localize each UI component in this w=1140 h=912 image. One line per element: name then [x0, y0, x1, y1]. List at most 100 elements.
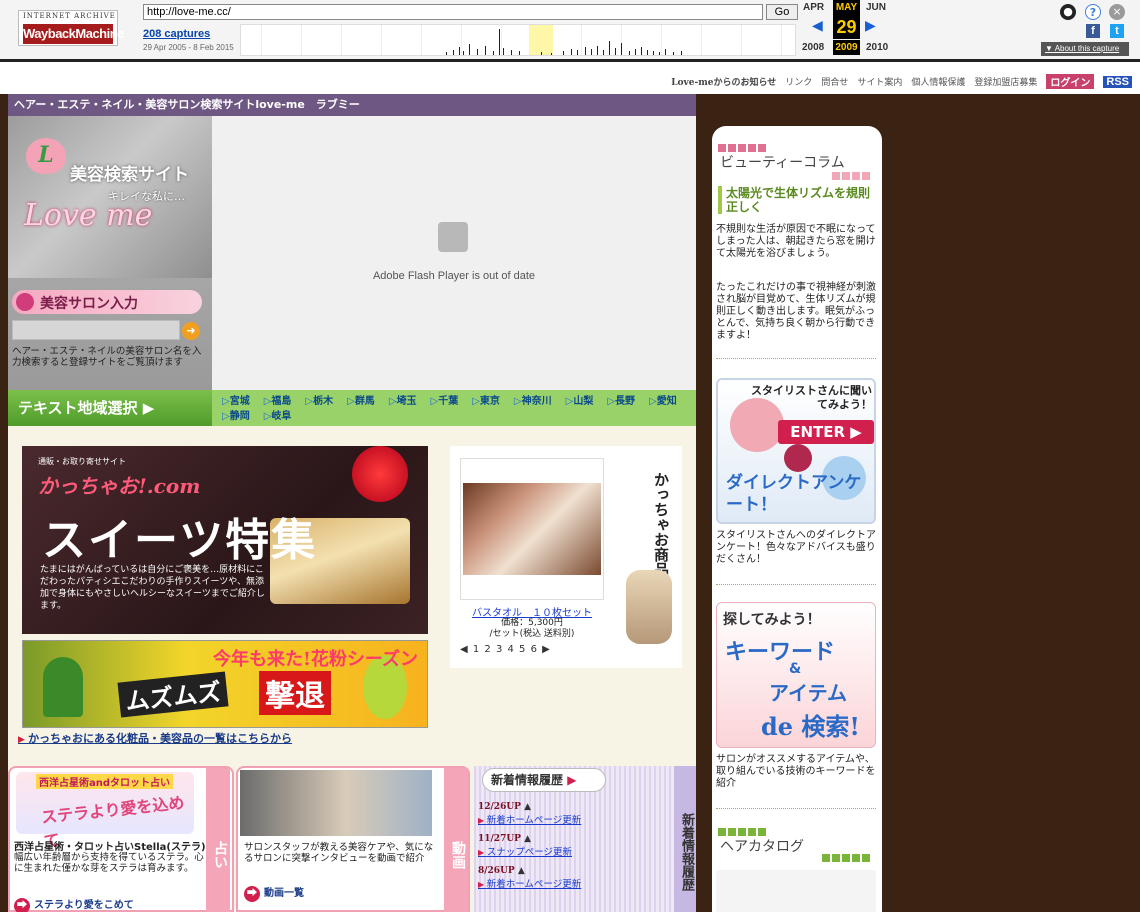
fortune-banner[interactable]: 西洋占星術andタロット占い ステラより愛を込めて [16, 772, 194, 851]
wayback-toolbar: INTERNET ARCHIVE WaybackMachine Go 208 c… [0, 0, 1140, 62]
product-price-note: /セット(税込 送料別) [489, 629, 575, 639]
wayback-logo-top: INTERNET ARCHIVE [23, 12, 116, 20]
news-date: 12/26UP [478, 802, 668, 812]
fortune-link[interactable]: ステラより愛をこめて [14, 896, 134, 912]
top-navigation: Love-meからのお知らせ リンク 問合せ サイト案内 個人情報保護 登録加盟… [671, 74, 1132, 89]
banner-line3: Love me [24, 198, 153, 233]
region-link[interactable]: 長野 [607, 392, 635, 407]
search-go-button[interactable]: ➜ [182, 322, 200, 340]
region-select-button[interactable]: テキスト地域選択 ▶ [8, 390, 212, 426]
region-link[interactable]: 神奈川 [514, 392, 552, 407]
salon-input-label: 美容サロン入力 [12, 290, 202, 314]
sweets-banner[interactable]: 通販・お取り寄せサイト かっちゃお!.com スイーツ特集 たまにはがんばってい… [22, 446, 428, 634]
stylist-question: スタイリストさんに聞いてみよう！ [751, 384, 872, 411]
product-name-link[interactable]: バスタオル １０枚セット [450, 604, 614, 619]
rss-button[interactable]: RSS [1103, 75, 1132, 88]
flash-message: Adobe Flash Player is out of date [372, 270, 536, 282]
wayback-url-input[interactable] [143, 4, 763, 20]
region-link[interactable]: 群馬 [347, 392, 375, 407]
close-icon[interactable]: × [1109, 4, 1125, 20]
pollen-line1: 今年も来た!花粉シーズン [213, 649, 419, 670]
fortune-title: 西洋占星術・タロット占いStella(ステラ) [14, 842, 206, 853]
news-tab[interactable]: 新着情報履歴 [674, 766, 696, 912]
search-description: ヘアー・エステ・ネイルの美容サロン名を入力検索すると登録サイトをご覧頂けます [12, 346, 202, 368]
news-date: 11/27UP [478, 834, 668, 844]
product-pager[interactable]: ◀ 1 2 3 4 5 6 ▶ [460, 644, 551, 655]
cat-mascot-icon [626, 570, 672, 644]
wayback-year-prev[interactable]: 2008 [802, 42, 824, 53]
cosmetics-list-link[interactable]: かっちゃおにある化粧品・美容品の一覧はこちらから [18, 730, 292, 746]
help-icon[interactable]: ? [1085, 4, 1101, 20]
wayback-next-arrow-icon[interactable]: ▶ [865, 18, 876, 34]
divider [716, 358, 876, 359]
stylist-survey-banner[interactable]: スタイリストさんに聞いてみよう！ ENTER ▶ ダイレクトアンケート！ [716, 378, 876, 524]
ribbon-icon [352, 446, 408, 502]
twitter-icon[interactable]: t [1110, 24, 1124, 38]
region-link[interactable]: 栃木 [305, 392, 333, 407]
region-link[interactable]: 山梨 [566, 392, 593, 407]
region-link[interactable]: 岐阜 [264, 407, 291, 422]
user-icon[interactable]: ● [1060, 4, 1076, 20]
news-link[interactable]: 新着ホームページ更新 [478, 876, 668, 890]
enter-button[interactable]: ENTER ▶ [778, 420, 874, 444]
region-link[interactable]: 千葉 [431, 392, 458, 407]
login-button[interactable]: ログイン [1046, 74, 1095, 89]
divider [716, 808, 876, 809]
hair-catalog-box[interactable] [716, 870, 876, 912]
pollen-banner[interactable]: 今年も来た!花粉シーズン ムズムズ 撃退 [22, 640, 428, 728]
about-capture-button[interactable]: ▼ About this capture [1041, 42, 1129, 56]
region-link[interactable]: 東京 [472, 392, 500, 407]
wayback-month-next[interactable]: JUN [866, 2, 886, 13]
product-image[interactable] [460, 458, 604, 600]
region-link[interactable]: 静岡 [222, 407, 250, 422]
wayback-go-button[interactable]: Go [766, 4, 798, 20]
salon-input-text: 美容サロン入力 [40, 296, 138, 312]
news-link[interactable]: 新着ホームページ更新 [478, 812, 668, 826]
video-thumbnail[interactable] [240, 770, 432, 836]
facebook-icon[interactable]: f [1086, 24, 1100, 38]
product-price: 価格：5,300円 /セット(税込 送料別) [450, 618, 614, 640]
hair-catalog-heading: ヘアカタログ [720, 839, 804, 855]
column-paragraph-2: たったこれだけの事で視神経が刺激され脳が目覚めて、生体リズムが規則正しく動き出し… [716, 282, 876, 341]
list-item: 11/27UP スナップページ更新 [478, 834, 668, 858]
right-sidebar: ビューティーコラム 太陽光で生体リズムを規則正しく 不規則な生活が原因で不眠にな… [712, 126, 882, 912]
region-link[interactable]: 宮城 [222, 392, 250, 407]
flash-placeholder[interactable]: Adobe Flash Player is out of date [212, 116, 696, 390]
direct-survey-title: ダイレクトアンケート！ [726, 473, 862, 515]
heart-logo-icon: L [26, 138, 66, 174]
topnav-site-guide[interactable]: サイト案内 [857, 75, 902, 88]
pollen-line2: ムズムズ [117, 671, 229, 718]
plugin-icon [438, 222, 468, 252]
region-link[interactable]: 埼玉 [389, 392, 417, 407]
wayback-month-prev[interactable]: APR [803, 2, 824, 13]
wayback-logo[interactable]: INTERNET ARCHIVE WaybackMachine [18, 10, 124, 46]
video-tab[interactable]: 動画 [444, 768, 468, 912]
keyword-search-banner[interactable]: 探してみよう！ キーワード & アイテム de 検索! [716, 602, 876, 748]
keyword-search-head: 探してみよう！ [723, 612, 821, 628]
search-icon [16, 293, 34, 311]
wayback-captures-link[interactable]: 208 captures [143, 28, 210, 40]
topnav-privacy[interactable]: 個人情報保護 [911, 75, 965, 88]
news-header-button[interactable]: 新着情報履歴 [482, 768, 606, 792]
region-link[interactable]: 福島 [264, 392, 291, 407]
product-showcase: かっちゃお商品の紹介 バスタオル １０枚セット 価格：5,300円 /セット(税… [450, 446, 682, 668]
wayback-prev-arrow-icon[interactable]: ◀ [812, 18, 823, 34]
topnav-recruit[interactable]: 登録加盟店募集 [974, 75, 1037, 88]
topnav-contact[interactable]: 問合せ [821, 75, 848, 88]
salon-search-input[interactable] [12, 320, 180, 340]
tree-character-icon [43, 657, 83, 717]
list-item: 12/26UP 新着ホームページ更新 [478, 802, 668, 826]
video-list-link[interactable]: 動画一覧 [244, 884, 304, 902]
column-paragraph-1: 不規則な生活が原因で不眠になってしまった人は、朝起きたら窓を開けて太陽光を浴びま… [716, 224, 876, 259]
region-link[interactable]: 愛知 [649, 392, 677, 407]
fortune-banner-head: 西洋占星術andタロット占い [36, 774, 174, 789]
fortune-tab[interactable]: 占い [206, 768, 230, 912]
wayback-year-next[interactable]: 2010 [866, 42, 888, 53]
topnav-news-link[interactable]: Love-meからのお知らせ [671, 75, 776, 88]
news-link[interactable]: スナップページ更新 [478, 844, 668, 858]
topnav-link[interactable]: リンク [785, 75, 812, 88]
column-title-link[interactable]: 太陽光で生体リズムを規則正しく [718, 186, 878, 214]
list-item: 8/26UP 新着ホームページ更新 [478, 866, 668, 890]
divider [716, 584, 876, 585]
wayback-sparkline[interactable] [240, 24, 796, 56]
